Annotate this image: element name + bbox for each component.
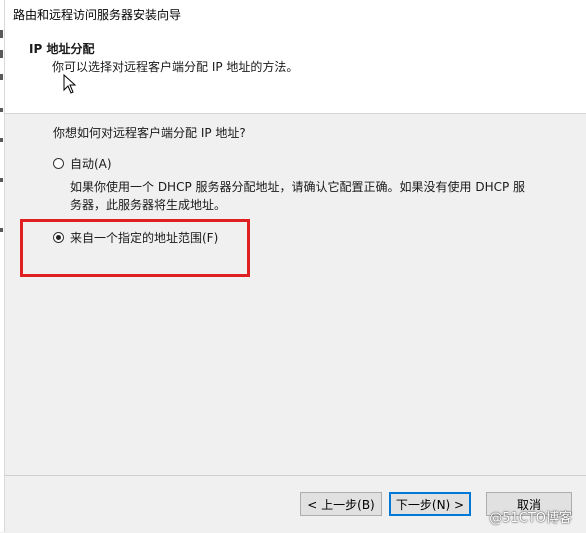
wizard-content: 你想如何对远程客户端分配 IP 地址? 自动(A) 如果你使用一个 DHCP 服…: [5, 114, 586, 474]
radio-option-automatic[interactable]: 自动(A): [53, 155, 112, 171]
description-line: 务器，此服务器将生成地址。: [70, 198, 227, 212]
red-highlight-annotation: [20, 219, 250, 277]
window-title: 路由和远程访问服务器安装向导: [13, 8, 182, 22]
radio-label-automatic[interactable]: 自动(A): [70, 155, 112, 172]
radio-button-icon[interactable]: [53, 157, 64, 169]
title-bar[interactable]: 路由和远程访问服务器安装向导: [5, 0, 586, 28]
back-button[interactable]: < 上一步(B): [300, 492, 382, 516]
wizard-header: IP 地址分配 你可以选择对远程客户端分配 IP 地址的方法。: [5, 28, 586, 114]
question-label: 你想如何对远程客户端分配 IP 地址?: [53, 126, 246, 140]
wizard-window: 路由和远程访问服务器安装向导 IP 地址分配 你可以选择对远程客户端分配 IP …: [5, 0, 586, 533]
page-title: IP 地址分配: [29, 42, 95, 56]
automatic-description: 如果你使用一个 DHCP 服务器分配地址，请确认它配置正确。如果没有使用 DHC…: [70, 178, 545, 214]
mouse-cursor-icon: [63, 74, 77, 94]
page-subtitle: 你可以选择对远程客户端分配 IP 地址的方法。: [52, 60, 299, 74]
description-line: 如果你使用一个 DHCP 服务器分配地址，请确认它配置正确。如果没有使用 DHC…: [70, 180, 526, 194]
watermark: @51CTO博客: [489, 511, 572, 526]
next-button[interactable]: 下一步(N) >: [389, 492, 471, 516]
